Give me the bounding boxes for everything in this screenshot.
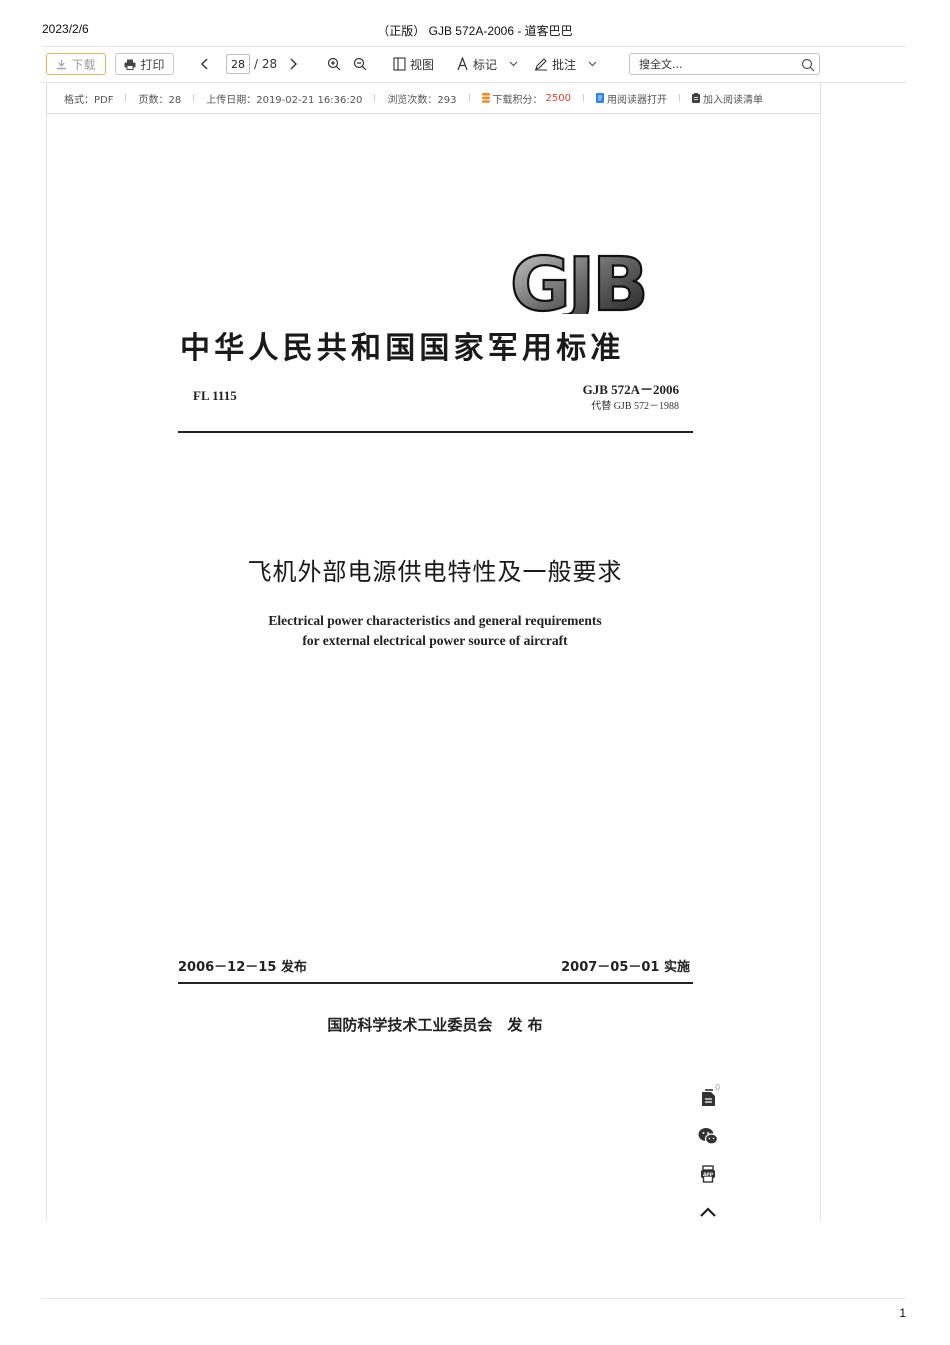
effective-date: 2007－05－01 实施 [561,960,690,975]
download-icon [57,59,67,69]
pen-icon [535,58,547,71]
points-value: 2500 [545,92,571,104]
chevron-left-icon [201,58,208,70]
replaces-standard: 代替 GJB 572－1988 [591,401,679,412]
document-title-cn: 飞机外部电源供电特性及一般要求 [247,558,623,586]
clipboard-icon [691,93,700,103]
app-icon: APP [701,1165,715,1183]
meta-format: 格式：PDF [64,94,114,106]
national-standard-title: 中华人民共和国国家军用标准 [180,331,625,366]
chevron-right-icon [290,58,297,70]
add-reading-list-link[interactable]: 加入阅读清单 [691,91,763,106]
page-view-icon [393,57,406,71]
reader-icon [595,93,604,103]
meta-separator [582,94,584,102]
coin-stack-icon [481,93,490,103]
wechat-icon [698,1128,718,1145]
view-button[interactable]: 视图 [393,53,434,75]
full-text-search [629,53,820,75]
title-en-line2: for external electrical power source of … [302,633,568,648]
zoom-in-icon [327,57,341,71]
search-icon[interactable] [801,58,815,72]
footer-divider [42,1298,906,1299]
meta-separator [678,94,680,102]
document-meta-bar: 格式：PDF 页数：28 上传日期：2019-02-21 16:36:20 浏览… [46,83,821,114]
note-icon [701,1089,715,1106]
zoom-out-icon [353,57,367,71]
annotate-label: 批注 [552,57,577,72]
points-label: 下载积分： [492,94,543,106]
annotate-button[interactable]: 批注 [534,53,597,75]
meta-separator [193,94,195,102]
meta-separator [468,94,470,102]
page-indicator: / 28 [226,53,277,75]
meta-points: 下载积分： 2500 [481,91,571,106]
chevron-down-icon [588,61,597,67]
open-in-reader-link[interactable]: 用阅读器打开 [595,91,667,106]
wechat-share-tool[interactable] [696,1124,720,1148]
standard-number: GJB 572A－2006 [582,382,679,397]
back-to-top-button[interactable] [696,1200,720,1224]
zoom-in-button[interactable] [327,53,341,75]
title-en-line1: Electrical power characteristics and gen… [268,613,602,628]
chevron-down-icon [509,61,518,67]
open-in-reader-label: 用阅读器打开 [606,94,667,106]
gjb-logo-letters: GJB [510,250,646,314]
meta-separator [374,94,376,102]
download-button[interactable]: 下载 [46,53,106,75]
meta-separator [125,94,127,102]
printer-icon [124,59,136,70]
chevron-up-icon [700,1206,716,1217]
viewer-toolbar: 下载 打印 / 28 视图 标记 批注 [42,50,906,82]
add-reading-list-label: 加入阅读清单 [702,94,763,106]
print-label: 打印 [140,57,165,72]
print-button[interactable]: 打印 [115,53,174,75]
page-total: / 28 [254,57,278,71]
view-label: 视图 [410,57,435,72]
next-page-button[interactable] [288,53,298,75]
prev-page-button[interactable] [200,53,210,75]
download-label: 下载 [71,57,96,72]
mark-label: 标记 [473,57,498,72]
meta-pages: 页数：28 [138,94,182,106]
meta-upload-date: 上传日期：2019-02-21 16:36:20 [206,94,363,106]
meta-views: 浏览次数：293 [387,94,457,106]
note-count-badge: 0 [715,1083,721,1092]
gjb-logo: GJB [509,250,650,314]
search-input[interactable] [637,56,801,72]
app-download-tool[interactable]: APP [696,1162,720,1186]
print-title: （正版） GJB 572A-2006 - 道客巴巴 [377,24,573,38]
document-title-en: Electrical power characteristics and gen… [0,611,870,651]
fl-code: FL 1115 [193,388,237,403]
footer-rule [178,982,693,984]
svg-text:APP: APP [703,1172,714,1178]
document-page [46,114,821,1222]
issuer: 国防科学技术工业委员会 发 布 [327,1016,543,1034]
publish-date: 2006－12－15 发布 [178,960,307,975]
mark-button[interactable]: 标记 [456,53,518,75]
highlighter-icon [457,57,468,71]
print-page-number: 1 [899,1306,906,1320]
page-number-input[interactable] [226,54,250,74]
header-divider [42,46,906,47]
header-rule [178,431,693,433]
zoom-out-button[interactable] [353,53,367,75]
